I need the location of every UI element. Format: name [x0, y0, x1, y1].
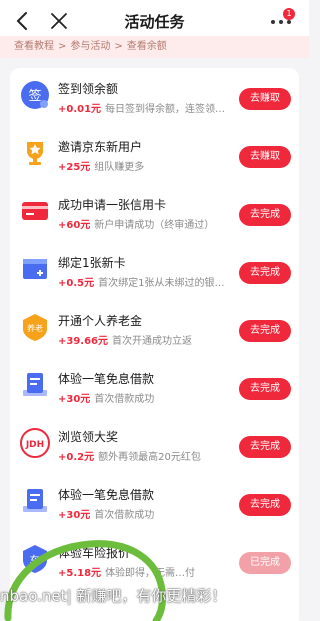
task-desc: 体验即得，无需…付 [105, 568, 196, 579]
svg-text:车: 车 [30, 553, 41, 567]
pension-icon: 养老 [23, 314, 47, 341]
earn-button[interactable]: 去赚取 [239, 146, 291, 168]
svg-text:签: 签 [28, 88, 41, 104]
task-reward: +5.18元 [58, 568, 102, 579]
task-row: JDH 浏览领大奖 +0.2元 额外再领最高20元红包 去完成 [10, 416, 299, 474]
task-row: 车 体验车险报价 +5.18元 体验即得，无需…付 已完成 [10, 532, 299, 590]
breadcrumb-item-balance[interactable]: 查看余额 [127, 41, 167, 52]
task-name: 开通个人养老金 [58, 314, 143, 328]
task-name: 成功申请一张信用卡 [58, 198, 167, 212]
task-reward: +25元 [58, 162, 91, 173]
task-desc: 新户申请成功（终审通过） [94, 220, 215, 231]
task-name: 签到领余额 [58, 82, 119, 96]
task-name: 邀请京东新用户 [58, 140, 143, 154]
document-icon [23, 489, 47, 512]
task-row: 体验一笔免息借款 +30元 首次借款成功 去完成 [10, 474, 299, 532]
task-row: 体验一笔免息借款 +30元 首次借款成功 去完成 [10, 358, 299, 416]
task-desc: 首次开通成功立返 [112, 336, 193, 347]
task-list: 签 签到领余额 +0.01元 每日签到得余额，连签领… 去赚取 邀请京东新用户 +… [10, 68, 299, 621]
task-row: 成功申请一张信用卡 +60元 新户申请成功（终审通过） 去完成 [10, 184, 299, 242]
breadcrumb-item-join[interactable]: 参与活动 [70, 41, 110, 52]
task-name: 体验车险报价 [58, 546, 131, 560]
complete-button[interactable]: 去完成 [239, 320, 291, 342]
task-desc: 首次借款成功 [94, 394, 155, 405]
task-desc: 首次借款成功 [94, 510, 155, 521]
complete-button[interactable]: 去完成 [239, 436, 291, 458]
task-name: 体验一笔免息借款 [58, 372, 155, 386]
svg-text:养老: 养老 [27, 323, 43, 333]
task-desc: 首次绑定1张从未绑过的银… [98, 278, 225, 289]
car-insurance-icon: 车 [23, 545, 47, 573]
trophy-icon [27, 142, 43, 165]
add-card-icon [23, 259, 47, 279]
task-reward: +0.2元 [58, 452, 95, 463]
task-reward: +39.66元 [58, 336, 109, 347]
complete-button[interactable]: 去完成 [239, 378, 291, 400]
task-desc: 组队赚更多 [94, 162, 145, 173]
more-dots-icon [271, 20, 291, 24]
task-reward: +30元 [58, 510, 91, 521]
task-name: 绑定1张新卡 [58, 256, 126, 270]
complete-button[interactable]: 去完成 [239, 494, 291, 516]
complete-button[interactable]: 去完成 [239, 204, 291, 226]
document-icon [23, 373, 47, 396]
breadcrumb: 查看教程 > 参与活动 > 查看余额 [0, 36, 309, 58]
page-title: 活动任务 [124, 13, 185, 31]
sign-in-icon: 签 [21, 81, 49, 109]
task-row: 绑定1张新卡 +0.5元 首次绑定1张从未绑过的银… 去完成 [10, 242, 299, 300]
task-row: 养老 开通个人养老金 +39.66元 首次开通成功立返 去完成 [10, 300, 299, 358]
svg-text:JDH: JDH [25, 440, 44, 450]
task-reward: +60元 [58, 220, 91, 231]
credit-card-icon [22, 202, 48, 220]
task-row: 签 签到领余额 +0.01元 每日签到得余额，连签领… 去赚取 [10, 68, 299, 126]
task-desc: 额外再领最高20元红包 [98, 452, 201, 463]
completed-button: 已完成 [239, 552, 291, 574]
jdh-icon: JDH [20, 428, 50, 458]
complete-button[interactable]: 去完成 [239, 262, 291, 284]
task-reward: +0.01元 [58, 104, 102, 115]
task-reward: +0.5元 [58, 278, 95, 289]
task-name: 浏览领大奖 [58, 430, 119, 444]
earn-button[interactable]: 去赚取 [239, 88, 291, 110]
breadcrumb-item-tutorial[interactable]: 查看教程 [14, 41, 54, 52]
notification-badge: 1 [283, 8, 295, 20]
task-row: 邀请京东新用户 +25元 组队赚更多 去赚取 [10, 126, 299, 184]
task-name: 体验一笔免息借款 [58, 488, 155, 502]
watermark-text: nbao.net| 新赚吧，有你更精彩！ [0, 587, 227, 605]
task-desc: 每日签到得余额，连签领… [105, 104, 226, 115]
more-menu-button[interactable]: 1 [271, 8, 295, 32]
task-reward: +30元 [58, 394, 91, 405]
